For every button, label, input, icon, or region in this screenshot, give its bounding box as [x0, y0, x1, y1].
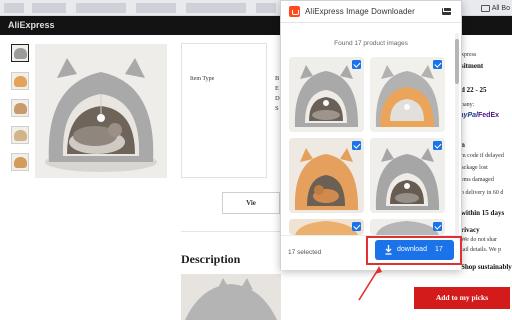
description-image: [181, 274, 281, 320]
info-line: tail details. We p: [461, 247, 502, 253]
info-line: We do not shar: [461, 237, 498, 243]
all-bookmarks-button[interactable]: All Bo: [480, 2, 510, 14]
item-value: B: [275, 75, 280, 82]
image-downloader-popup: AliExpress Image Downloader Found 17 pro…: [280, 0, 462, 270]
description-title: Description: [181, 252, 241, 266]
view-more-button[interactable]: Vie: [222, 192, 280, 214]
product-image-tile[interactable]: [289, 219, 364, 235]
cat-bed-illustration: [35, 44, 167, 178]
blurred-bookmark[interactable]: [76, 3, 126, 13]
product-image-tile[interactable]: [370, 219, 445, 235]
info-line: ems damaged: [461, 177, 494, 183]
selected-count-text: 17 selected: [288, 249, 322, 256]
all-bookmarks-label: All Bo: [491, 4, 510, 12]
info-line: sitment: [461, 62, 484, 70]
product-thumbnail[interactable]: [11, 153, 29, 171]
product-image-tile[interactable]: [289, 138, 364, 213]
highlight-box: [366, 236, 462, 265]
product-thumbnail[interactable]: [11, 72, 29, 90]
folder-icon: [480, 4, 490, 12]
divider: [181, 231, 281, 232]
checkbox-checked-icon[interactable]: [352, 60, 361, 69]
item-value: S: [275, 105, 279, 112]
checkbox-checked-icon[interactable]: [352, 141, 361, 150]
product-image-tile[interactable]: [370, 57, 445, 132]
item-value: D: [275, 95, 280, 102]
checkbox-checked-icon[interactable]: [433, 222, 442, 231]
blurred-bookmark[interactable]: [256, 3, 276, 13]
scrollbar-thumb[interactable]: [455, 39, 459, 84]
item-type-label: Item Type: [190, 76, 215, 82]
info-line: m code if delayed: [461, 153, 504, 159]
product-image-tile[interactable]: [289, 57, 364, 132]
fedex-logo: FedEx: [478, 112, 500, 119]
add-to-picks-button[interactable]: Add to my picks: [414, 287, 510, 309]
found-images-text: Found 17 product images: [334, 40, 408, 47]
checkbox-checked-icon[interactable]: [352, 222, 361, 231]
site-logo[interactable]: AliExpress: [8, 20, 55, 30]
info-line: xpress: [461, 52, 477, 58]
blurred-bookmark[interactable]: [32, 3, 66, 13]
blurred-bookmark[interactable]: [136, 3, 176, 13]
checkbox-checked-icon[interactable]: [433, 60, 442, 69]
info-line: pany:: [461, 102, 475, 108]
item-values: B E D S: [275, 74, 280, 114]
info-line: Shop sustainably: [461, 263, 512, 271]
product-thumbnail[interactable]: [11, 44, 29, 62]
cat-bed-illustration: [181, 274, 281, 320]
item-specifics-table: Item Type B E D S: [181, 43, 280, 178]
blurred-bookmark[interactable]: [4, 3, 24, 13]
info-line: rivacy: [461, 226, 480, 234]
shipping-info-column: xpress sitment d 22 - 25 pany: PayPal Fe…: [455, 35, 512, 320]
blurred-bookmark[interactable]: [186, 3, 246, 13]
mail-icon[interactable]: [442, 8, 451, 15]
product-image-tile[interactable]: [370, 138, 445, 213]
info-line: within 15 days: [461, 209, 505, 217]
item-value: E: [275, 85, 279, 92]
main-product-image[interactable]: [35, 44, 167, 178]
delivery-dates: d 22 - 25: [461, 86, 487, 94]
popup-title: AliExpress Image Downloader: [305, 7, 415, 16]
annotation-arrow-icon: [358, 266, 382, 301]
product-thumbnail[interactable]: [11, 99, 29, 117]
product-thumbnail[interactable]: [11, 126, 29, 144]
popup-header: AliExpress Image Downloader: [281, 1, 461, 23]
checkbox-checked-icon[interactable]: [433, 141, 442, 150]
info-line: o delivery in 60 d: [461, 190, 504, 196]
info-line: ackage lost: [461, 165, 488, 171]
extension-logo-icon: [289, 6, 300, 17]
